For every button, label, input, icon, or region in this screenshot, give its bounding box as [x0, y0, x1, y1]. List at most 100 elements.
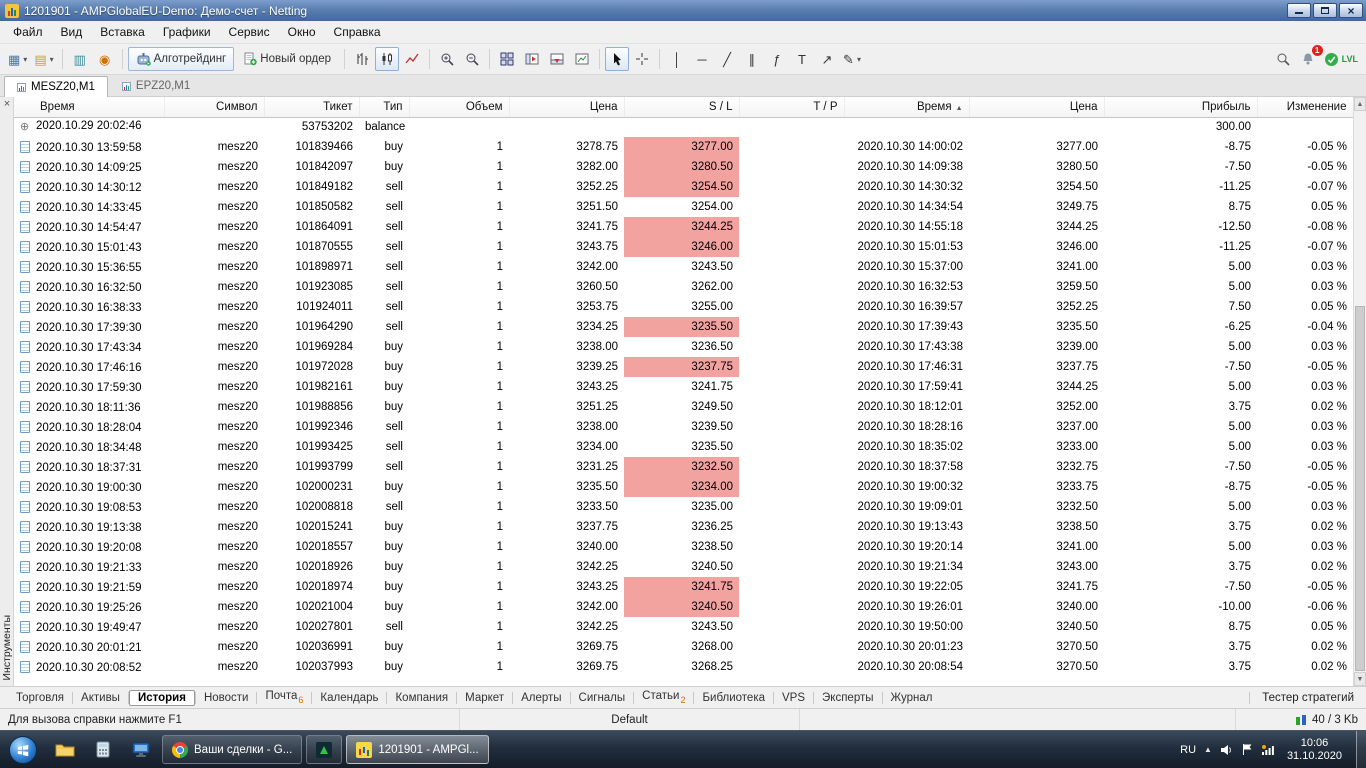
profiles-button[interactable]: ▤ ▾	[31, 47, 56, 71]
taskbar-app[interactable]	[306, 735, 343, 764]
status-profile[interactable]: Default	[460, 709, 800, 730]
column-header[interactable]: Объем	[409, 97, 510, 118]
history-row[interactable]: 2020.10.30 20:08:52 mesz20 102037993 buy 1 32…	[14, 657, 1353, 677]
history-row[interactable]: 2020.10.30 20:01:21 mesz20 102036991 buy 1 32…	[14, 637, 1353, 657]
scroll-down-icon[interactable]: ▼	[1354, 672, 1366, 686]
column-header[interactable]: Символ	[164, 97, 265, 118]
start-button[interactable]	[0, 731, 46, 768]
action-center-flag-icon[interactable]	[1241, 743, 1253, 756]
toolbox-tab[interactable]: Статьи 2	[634, 688, 693, 707]
zoom-out-button[interactable]	[460, 47, 484, 71]
history-row[interactable]: 2020.10.30 19:25:26 mesz20 102021004 buy 1 32…	[14, 597, 1353, 617]
toolbox-tab[interactable]: Новости	[196, 690, 257, 706]
objects-dropdown-button[interactable]: ✎ ▾	[840, 47, 864, 71]
menu-item[interactable]: Справка	[325, 22, 390, 42]
strategy-tester-button[interactable]	[570, 47, 594, 71]
column-header[interactable]: Тип	[359, 97, 410, 118]
bar-chart-button[interactable]	[350, 47, 374, 71]
clock[interactable]: 10:06 31.10.2020	[1283, 737, 1346, 763]
history-row[interactable]: 2020.10.30 14:30:12 mesz20 101849182 sell 1 3…	[14, 177, 1353, 197]
notifications-button[interactable]: 1	[1296, 45, 1323, 71]
column-header[interactable]: Тикет	[264, 97, 360, 118]
horizontal-line-button[interactable]: ─	[690, 47, 714, 71]
menu-item[interactable]: Окно	[279, 22, 325, 42]
maximize-button[interactable]	[1313, 3, 1337, 18]
strategy-tester-tab[interactable]: Тестер стратегий	[1249, 691, 1366, 704]
chart-tab[interactable]: MESZ20,M1	[4, 76, 108, 97]
chart-tab[interactable]: EPZ20,M1	[109, 75, 203, 96]
market-watch-button[interactable]: ▥	[68, 47, 92, 71]
new-order-button[interactable]: Новый ордер	[235, 47, 339, 71]
new-chart-button[interactable]: ▦ ▾	[5, 47, 30, 71]
calculator-button[interactable]	[85, 735, 121, 764]
column-header[interactable]: Прибыль	[1104, 97, 1258, 118]
toolbox-tab[interactable]: VPS	[774, 690, 813, 706]
toolbox-tab[interactable]: Эксперты	[814, 690, 881, 706]
search-button[interactable]	[1271, 47, 1295, 71]
history-row[interactable]: 2020.10.30 19:00:30 mesz20 102000231 buy 1 32…	[14, 477, 1353, 497]
network-icon[interactable]	[1261, 744, 1275, 756]
column-header[interactable]: Время ▲	[844, 97, 970, 118]
toolbox-tab[interactable]: Маркет	[457, 690, 512, 706]
fibonacci-button[interactable]: ƒ	[765, 47, 789, 71]
history-row[interactable]: 2020.10.30 19:21:59 mesz20 102018974 buy 1 32…	[14, 577, 1353, 597]
toolbox-tab[interactable]: Журнал	[883, 690, 941, 706]
minimize-button[interactable]	[1287, 3, 1311, 18]
trendline-button[interactable]: ╱	[715, 47, 739, 71]
text-tool-button[interactable]: T	[790, 47, 814, 71]
toolbox-tab[interactable]: Компания	[387, 690, 456, 706]
line-chart-button[interactable]	[400, 47, 424, 71]
zoom-in-button[interactable]	[435, 47, 459, 71]
panel-close-button[interactable]: ×	[0, 97, 14, 111]
history-row[interactable]: 2020.10.30 14:54:47 mesz20 101864091 sell 1 3…	[14, 217, 1353, 237]
toolbox-tab[interactable]: Почта 6	[257, 688, 311, 707]
community-button[interactable]: LVL	[1321, 47, 1361, 71]
cursor-button[interactable]	[605, 47, 629, 71]
arrow-tool-button[interactable]: ↗	[815, 47, 839, 71]
scrollbar-thumb[interactable]	[1355, 305, 1365, 671]
history-row[interactable]: 2020.10.30 19:13:38 mesz20 102015241 buy 1 32…	[14, 517, 1353, 537]
close-button[interactable]: ×	[1339, 3, 1363, 18]
broadcast-button[interactable]: ◉	[93, 47, 117, 71]
history-row[interactable]: 2020.10.30 13:59:58 mesz20 101839466 buy 1 32…	[14, 137, 1353, 157]
menu-item[interactable]: Сервис	[220, 22, 279, 42]
column-header[interactable]: T / P	[739, 97, 845, 118]
history-row[interactable]: 2020.10.30 17:59:30 mesz20 101982161 buy 1 32…	[14, 377, 1353, 397]
scroll-up-icon[interactable]: ▲	[1354, 97, 1366, 111]
navigator-panel-button[interactable]	[520, 47, 544, 71]
toolbox-panel-button[interactable]	[545, 47, 569, 71]
column-header[interactable]: Время	[14, 97, 165, 118]
taskbar-app[interactable]: Ваши сделки - G...	[162, 735, 303, 764]
history-row[interactable]: 2020.10.30 16:32:50 mesz20 101923085 sell 1 3…	[14, 277, 1353, 297]
history-row[interactable]: 2020.10.30 14:33:45 mesz20 101850582 sell 1 3…	[14, 197, 1353, 217]
history-row[interactable]: 2020.10.30 16:38:33 mesz20 101924011 sell 1 3…	[14, 297, 1353, 317]
history-row[interactable]: 2020.10.30 18:37:31 mesz20 101993799 sell 1 3…	[14, 457, 1353, 477]
toolbox-tab[interactable]: История	[128, 689, 195, 706]
show-desktop-button[interactable]	[1356, 731, 1366, 768]
toolbox-tab[interactable]: Календарь	[312, 690, 386, 706]
column-header[interactable]: Цена	[509, 97, 625, 118]
tile-windows-button[interactable]	[495, 47, 519, 71]
toolbox-tab[interactable]: Торговля	[8, 690, 72, 706]
menu-item[interactable]: Вид	[52, 22, 92, 42]
tools-vertical-tab[interactable]: Инструменты	[1, 615, 13, 680]
history-row[interactable]: 2020.10.30 14:09:25 mesz20 101842097 buy 1 32…	[14, 157, 1353, 177]
volume-icon[interactable]	[1220, 744, 1233, 756]
history-row[interactable]: 2020.10.30 15:36:55 mesz20 101898971 sell 1 3…	[14, 257, 1353, 277]
language-indicator[interactable]: RU	[1180, 744, 1196, 756]
history-row[interactable]: 2020.10.30 19:49:47 mesz20 102027801 sell 1 3…	[14, 617, 1353, 637]
history-row[interactable]: 2020.10.30 17:46:16 mesz20 101972028 buy 1 32…	[14, 357, 1353, 377]
column-header[interactable]: Цена	[969, 97, 1105, 118]
column-header[interactable]: S / L	[624, 97, 740, 118]
history-row[interactable]: 2020.10.30 17:43:34 mesz20 101969284 buy 1 32…	[14, 337, 1353, 357]
history-row[interactable]: 2020.10.30 15:01:43 mesz20 101870555 sell 1 3…	[14, 237, 1353, 257]
toolbox-tab[interactable]: Библиотека	[694, 690, 773, 706]
history-row[interactable]: 2020.10.29 20:02:4653753202balance300.00	[14, 117, 1353, 137]
menu-item[interactable]: Графики	[154, 22, 220, 42]
toolbox-tab[interactable]: Активы	[73, 690, 128, 706]
computer-button[interactable]	[123, 735, 159, 764]
history-row[interactable]: 2020.10.30 17:39:30 mesz20 101964290 sell 1 3…	[14, 317, 1353, 337]
vertical-line-button[interactable]: │	[665, 47, 689, 71]
channel-button[interactable]: ∥	[740, 47, 764, 71]
history-row[interactable]: 2020.10.30 18:34:48 mesz20 101993425 sell 1 3…	[14, 437, 1353, 457]
